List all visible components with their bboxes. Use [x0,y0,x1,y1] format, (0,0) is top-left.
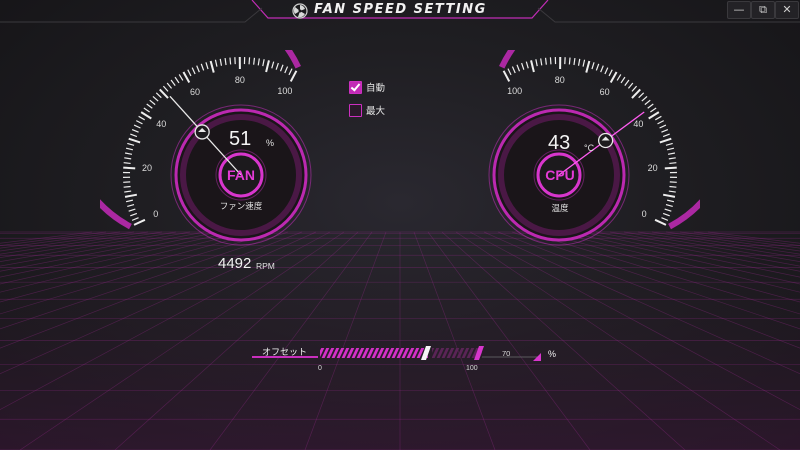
offset-track [432,348,482,358]
offset-unit: % [548,349,557,359]
gauge-tick-label: 100 [507,86,523,96]
gauge-tick-label: 20 [141,163,152,174]
fan-speed-window: FAN SPEED SETTING — ⧉ ✕ 0 20 40 60 80 100 51 … [0,0,800,450]
gauge-tick-label: 40 [156,118,167,129]
fan-speed-value: 51 [229,128,252,150]
close-button[interactable]: ✕ [775,1,799,19]
fan-speed-unit: % [266,138,275,148]
restore-button[interactable]: ⧉ [751,1,775,19]
auto-checkbox[interactable] [349,81,362,94]
cpu-temp-value: 43 [548,132,571,154]
gauge-tick-label: 20 [647,163,658,174]
gauge-tick-label: 60 [189,86,200,97]
auto-label: 自動 [366,83,386,94]
gauge-tick-label: 80 [234,75,245,85]
cpu-temp-gauge [488,50,700,246]
offset-fill [320,348,428,358]
app-title: FAN SPEED SETTING [314,2,487,17]
fan-center-label: FAN [227,167,255,183]
gauge-tick-label: 40 [633,118,644,129]
max-mode-option[interactable]: 最大 [349,104,409,118]
gauge-tick-label: 0 [641,208,647,219]
minimize-button[interactable]: — [727,1,751,19]
gauge-tick-label: 80 [554,75,565,85]
offset-scale-min: 0 [318,365,322,372]
gauge-tick-label: 0 [153,208,159,219]
gauge-tick-label: 60 [599,86,610,97]
auto-mode-option[interactable]: 自動 [349,81,409,95]
fan-rpm-unit: RPM [256,261,275,271]
max-label: 最大 [366,106,386,117]
fan-speed-label: ファン速度 [219,202,263,212]
gauge-tick-label: 100 [277,86,293,96]
max-checkbox[interactable] [349,104,362,117]
offset-value: 70 [502,349,511,358]
title-bar: FAN SPEED SETTING [262,0,538,24]
app-logo-icon [292,3,308,19]
cpu-temp-label: 温度 [551,204,569,214]
cpu-temp-unit: °C [584,143,595,153]
fan-speed-gauge [100,50,312,246]
offset-scale-max: 100 [466,365,478,372]
fan-rpm-value: 4492 [218,255,252,272]
cpu-center-label: CPU [545,167,575,183]
